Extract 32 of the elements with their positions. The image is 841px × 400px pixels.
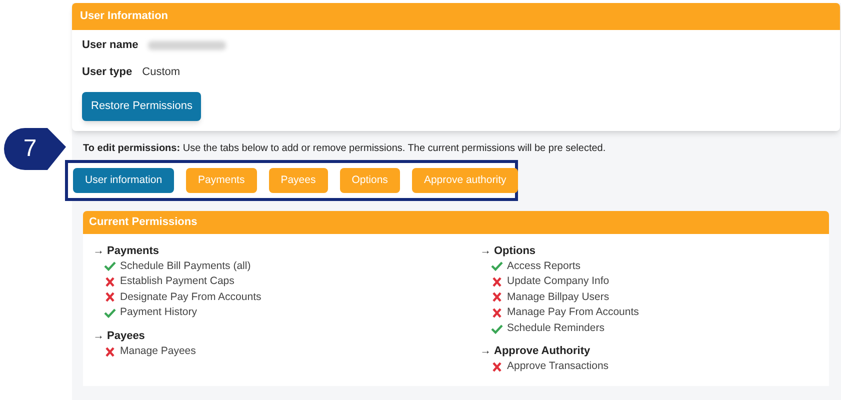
- arrow-glyph: →: [93, 328, 104, 344]
- permission-tab[interactable]: Approve authority: [412, 168, 518, 192]
- permission-label: Schedule Reminders: [507, 320, 604, 336]
- arrow-glyph: →: [93, 244, 104, 258]
- permission-label: Manage Pay From Accounts: [507, 305, 639, 320]
- permission-label: Schedule Bill Payments (all): [120, 258, 251, 274]
- permission-label: Establish Payment Caps: [120, 274, 234, 290]
- field-label: User name: [82, 38, 138, 52]
- panel-header: Current Permissions: [83, 210, 829, 234]
- permission-label: Approve Transactions: [507, 359, 609, 374]
- step-badge: 7: [4, 128, 66, 170]
- group-heading: Payments: [107, 244, 159, 258]
- permission-label: Designate Pay From Accounts: [120, 290, 262, 305]
- permission-tab[interactable]: User information: [73, 168, 174, 192]
- arrow-glyph: →: [480, 244, 491, 258]
- permission-label: Manage Billpay Users: [507, 290, 610, 305]
- permission-label: Payment History: [120, 305, 198, 320]
- permission-label: Update Company Info: [507, 274, 610, 290]
- permission-tab[interactable]: Payments: [186, 168, 257, 192]
- permission-tab[interactable]: Options: [340, 168, 400, 192]
- permission-tab[interactable]: Payees: [268, 168, 328, 192]
- group-heading: Approve Authority: [494, 344, 590, 360]
- permission-label: Manage Payees: [120, 344, 196, 359]
- arrow-glyph: →: [480, 344, 491, 360]
- group-heading: Payees: [107, 328, 145, 344]
- permission-label: Access Reports: [507, 258, 581, 274]
- group-heading: Options: [494, 244, 536, 258]
- instructions-text: To edit permissions: Use the tabs below to add or remove permissions. The current permissions will be pre selected.: [83, 142, 607, 154]
- field-value: Custom: [142, 65, 180, 79]
- field-label: User type: [82, 65, 132, 79]
- restore-permissions-button[interactable]: Restore Permissions: [82, 92, 202, 120]
- panel-header: User Information: [72, 3, 840, 30]
